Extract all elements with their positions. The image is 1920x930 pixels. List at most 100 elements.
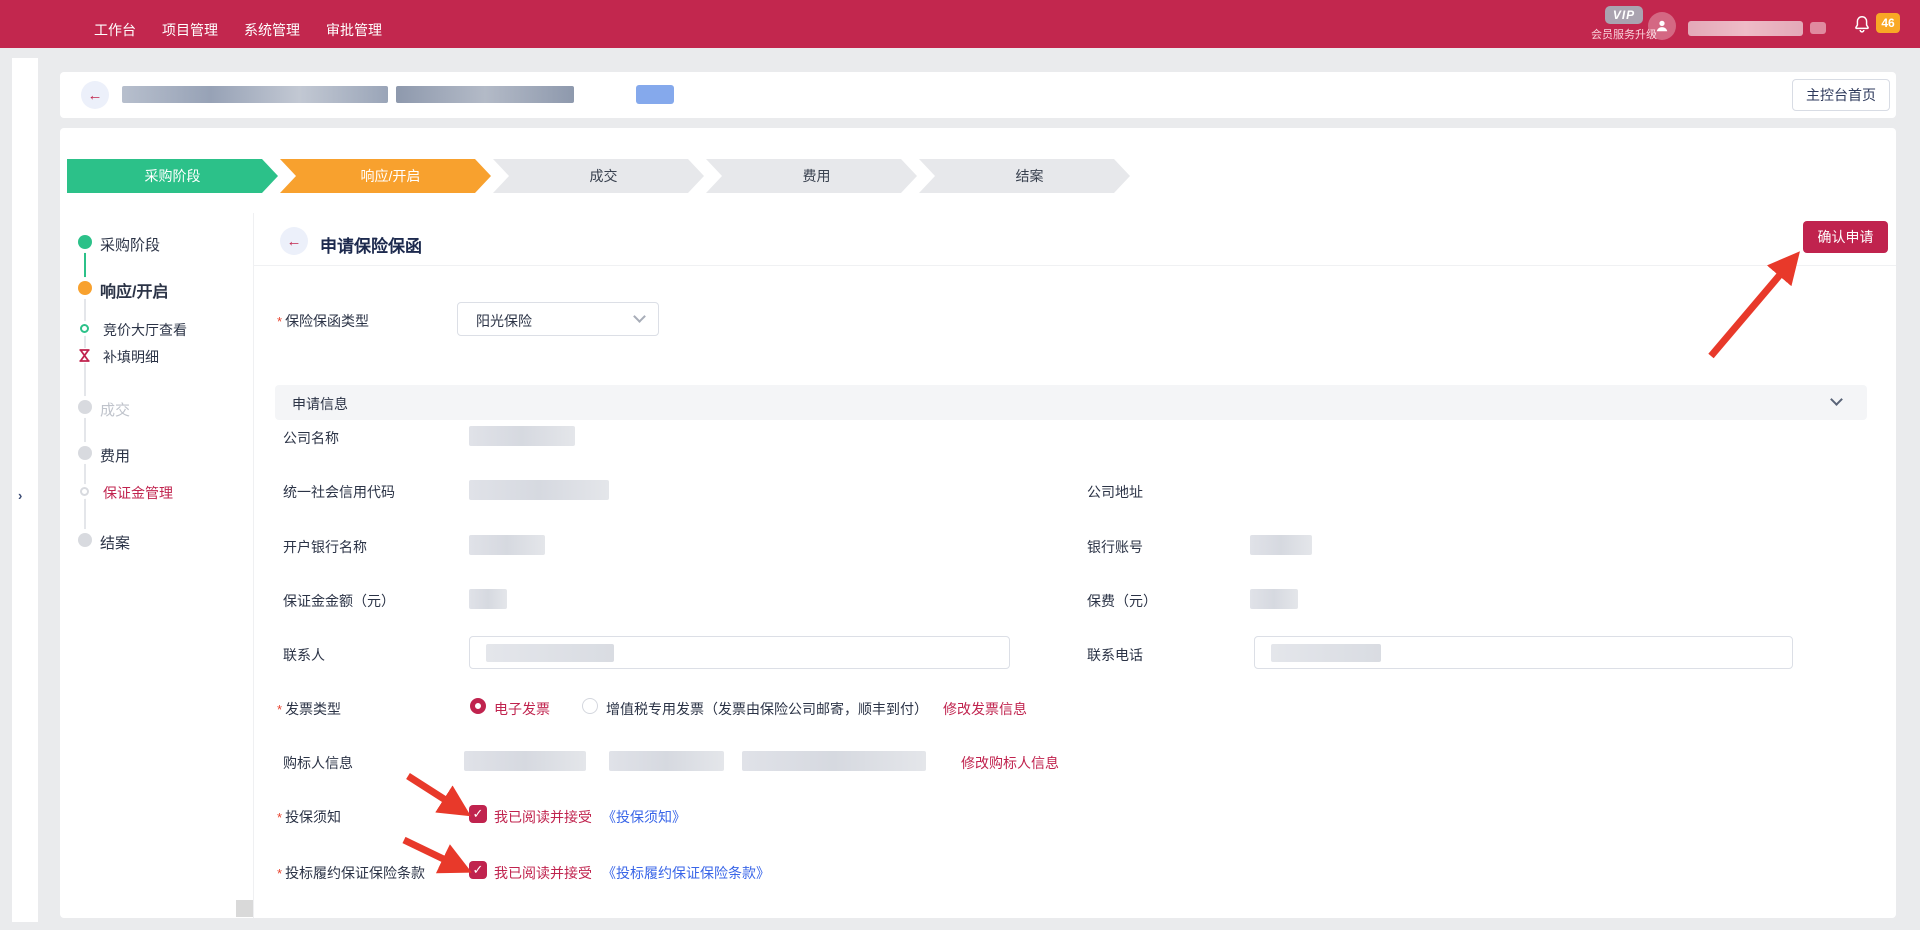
user-avatar[interactable]	[1648, 12, 1676, 40]
page-title: 申请保险保函	[320, 232, 422, 257]
bank-account-label: 银行账号	[1087, 537, 1143, 557]
insurance-notice-link[interactable]: 《投保须知》	[602, 807, 686, 827]
header-divider	[253, 265, 1896, 266]
sidebar-item-bidding-hall[interactable]: 竞价大厅查看	[103, 320, 187, 340]
insurance-notice-checkbox[interactable]: ✓	[469, 805, 487, 823]
chevron-down-icon	[633, 310, 646, 323]
main-panel: 采购阶段 响应/开启 成交 费用 结案 采购阶段 响应/开启 竞价大厅查看 补填…	[60, 128, 1896, 918]
sidebar-item-response-open[interactable]: 响应/开启	[100, 278, 168, 302]
person-icon	[1653, 17, 1671, 35]
application-info-section-header[interactable]: 申请信息	[275, 385, 1867, 420]
back-arrow-icon: ←	[287, 233, 302, 250]
radio-electronic-invoice[interactable]	[470, 698, 486, 714]
bank-name-label: 开户银行名称	[283, 537, 367, 557]
stage-step-fees: 费用	[706, 159, 917, 193]
content-back-button[interactable]: ←	[280, 227, 308, 255]
console-home-button[interactable]: 主控台首页	[1792, 79, 1890, 111]
buyer-info-value-redacted-1	[464, 751, 586, 771]
selected-value: 阳光保险	[476, 311, 532, 331]
company-name-value-redacted	[469, 426, 575, 446]
bank-name-value-redacted	[469, 535, 545, 555]
top-navbar: 工作台 项目管理 系统管理 审批管理 VIP 会员服务升级 46	[0, 0, 1920, 48]
credit-code-value-redacted	[469, 480, 609, 500]
timeline-dot-deal	[78, 400, 92, 414]
sidebar-item-deal[interactable]: 成交	[100, 399, 130, 420]
deposit-amount-label: 保证金金额（元）	[283, 591, 395, 611]
sidebar-item-fees[interactable]: 费用	[100, 445, 130, 466]
modify-invoice-link[interactable]: 修改发票信息	[943, 699, 1027, 719]
nav-item-workbench[interactable]: 工作台	[94, 20, 136, 40]
contact-input[interactable]	[469, 636, 1010, 669]
notification-count-badge[interactable]: 46	[1876, 13, 1900, 33]
premium-value-redacted	[1250, 589, 1298, 609]
performance-terms-link[interactable]: 《投标履约保证保险条款》	[602, 863, 770, 883]
step-label: 响应/开启	[361, 166, 421, 186]
buyer-info-value-redacted-3	[742, 751, 926, 771]
contact-phone-label: 联系电话	[1087, 645, 1143, 665]
confirm-apply-button[interactable]: 确认申请	[1803, 221, 1888, 253]
radio-vat-invoice-label[interactable]: 增值税专用发票（发票由保险公司邮寄，顺丰到付）	[606, 699, 928, 719]
label-text: 投保须知	[285, 809, 341, 825]
nav-item-project-management[interactable]: 项目管理	[162, 20, 218, 40]
radio-electronic-invoice-label[interactable]: 电子发票	[494, 699, 550, 719]
label-text: 发票类型	[285, 701, 341, 717]
insurance-notice-label: 投保须知	[277, 807, 341, 827]
premium-label: 保费（元）	[1087, 591, 1157, 611]
nav-item-approval-management[interactable]: 审批管理	[326, 20, 382, 40]
nav-menu: 工作台 项目管理 系统管理 审批管理	[94, 0, 382, 48]
sidebar-divider	[253, 213, 254, 918]
insurance-type-label: 保险保函类型	[277, 311, 369, 331]
stage-step-response-open: 响应/开启	[280, 159, 491, 193]
status-tag-redacted	[636, 85, 674, 104]
contact-phone-input[interactable]	[1254, 636, 1793, 669]
timeline-dot-closing	[78, 533, 92, 547]
step-label: 费用	[803, 166, 831, 186]
bank-account-value-redacted	[1250, 535, 1312, 555]
stage-step-deal: 成交	[493, 159, 704, 193]
vip-icon: VIP	[1605, 6, 1643, 24]
buyer-info-value-redacted-2	[609, 751, 724, 771]
contact-phone-value-redacted	[1271, 644, 1381, 662]
check-icon: ✓	[473, 862, 484, 877]
performance-terms-checkbox[interactable]: ✓	[469, 861, 487, 879]
modify-buyer-link[interactable]: 修改购标人信息	[961, 753, 1059, 773]
step-label: 成交	[590, 166, 618, 186]
agree-text: 我已阅读并接受	[494, 807, 592, 827]
agree-text-2: 我已阅读并接受	[494, 863, 592, 883]
sidebar-item-fill-details[interactable]: 补填明细	[103, 347, 159, 367]
notification-bell-icon[interactable]	[1851, 14, 1873, 36]
contact-value-redacted	[486, 644, 614, 662]
sidebar-item-closing[interactable]: 结案	[100, 532, 130, 553]
performance-terms-label: 投标履约保证保险条款	[277, 863, 425, 883]
collapse-chevron-icon	[1830, 393, 1843, 406]
insurance-type-select[interactable]: 阳光保险	[457, 302, 659, 336]
buyer-info-label: 购标人信息	[283, 753, 353, 773]
back-arrow-icon: ←	[88, 87, 103, 104]
horizontal-scrollbar-thumb[interactable]	[236, 900, 253, 917]
company-name-label: 公司名称	[283, 428, 339, 448]
expand-panel-chevron-icon[interactable]: ›	[18, 488, 22, 503]
step-label: 采购阶段	[145, 166, 201, 186]
contact-label: 联系人	[283, 645, 325, 665]
nav-item-system-management[interactable]: 系统管理	[244, 20, 300, 40]
company-address-label: 公司地址	[1087, 482, 1143, 502]
collapsed-side-panel: ›	[12, 58, 38, 922]
stage-step-closing: 结案	[919, 159, 1130, 193]
label-text: 保险保函类型	[285, 313, 369, 329]
check-icon: ✓	[473, 806, 484, 821]
project-title-redacted-2	[396, 86, 574, 103]
credit-code-label: 统一社会信用代码	[283, 482, 395, 502]
section-title: 申请信息	[292, 394, 348, 414]
sidebar-item-deposit-management[interactable]: 保证金管理	[103, 483, 173, 503]
sidebar-item-procurement[interactable]: 采购阶段	[100, 234, 160, 255]
radio-vat-invoice[interactable]	[582, 698, 598, 714]
hourglass-icon	[78, 348, 91, 363]
invoice-type-label: 发票类型	[277, 699, 341, 719]
timeline-dot-fees	[78, 446, 92, 460]
timeline-ring-deposit	[80, 487, 89, 496]
step-label: 结案	[1016, 166, 1044, 186]
header-back-button[interactable]: ←	[81, 81, 109, 109]
username-redacted	[1688, 21, 1803, 36]
page-header: ← 主控台首页	[60, 72, 1896, 118]
stage-step-procurement: 采购阶段	[67, 159, 278, 193]
